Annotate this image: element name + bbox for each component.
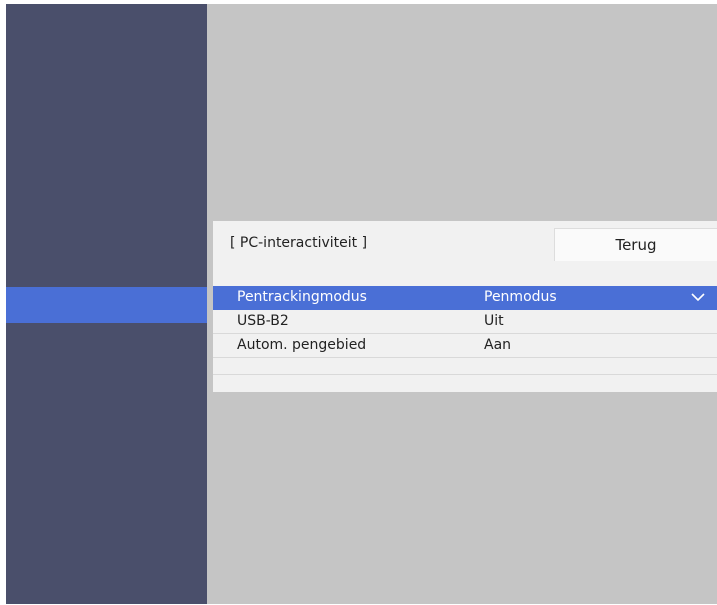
setting-row-pentrackingmodus[interactable]: Pentrackingmodus Penmodus: [213, 286, 717, 310]
back-button[interactable]: Terug: [554, 228, 717, 261]
setting-row-autom-pengebied[interactable]: Autom. pengebied Aan: [213, 334, 717, 358]
divider: [213, 374, 717, 375]
setting-row-usb-b2[interactable]: USB-B2 Uit: [213, 310, 717, 334]
setting-label: Autom. pengebied: [237, 337, 367, 353]
setting-label: Pentrackingmodus: [237, 289, 367, 305]
sidebar-selected-item[interactable]: [6, 287, 207, 323]
screen: [ PC-interactiviteit ] Terug Pentracking…: [0, 0, 717, 605]
setting-value: Penmodus: [484, 289, 557, 305]
setting-value: Uit: [484, 313, 504, 329]
chevron-down-icon[interactable]: [691, 290, 705, 304]
setting-label: USB-B2: [237, 313, 289, 329]
panel-title: [ PC-interactiviteit ]: [230, 235, 368, 251]
setting-value: Aan: [484, 337, 512, 353]
